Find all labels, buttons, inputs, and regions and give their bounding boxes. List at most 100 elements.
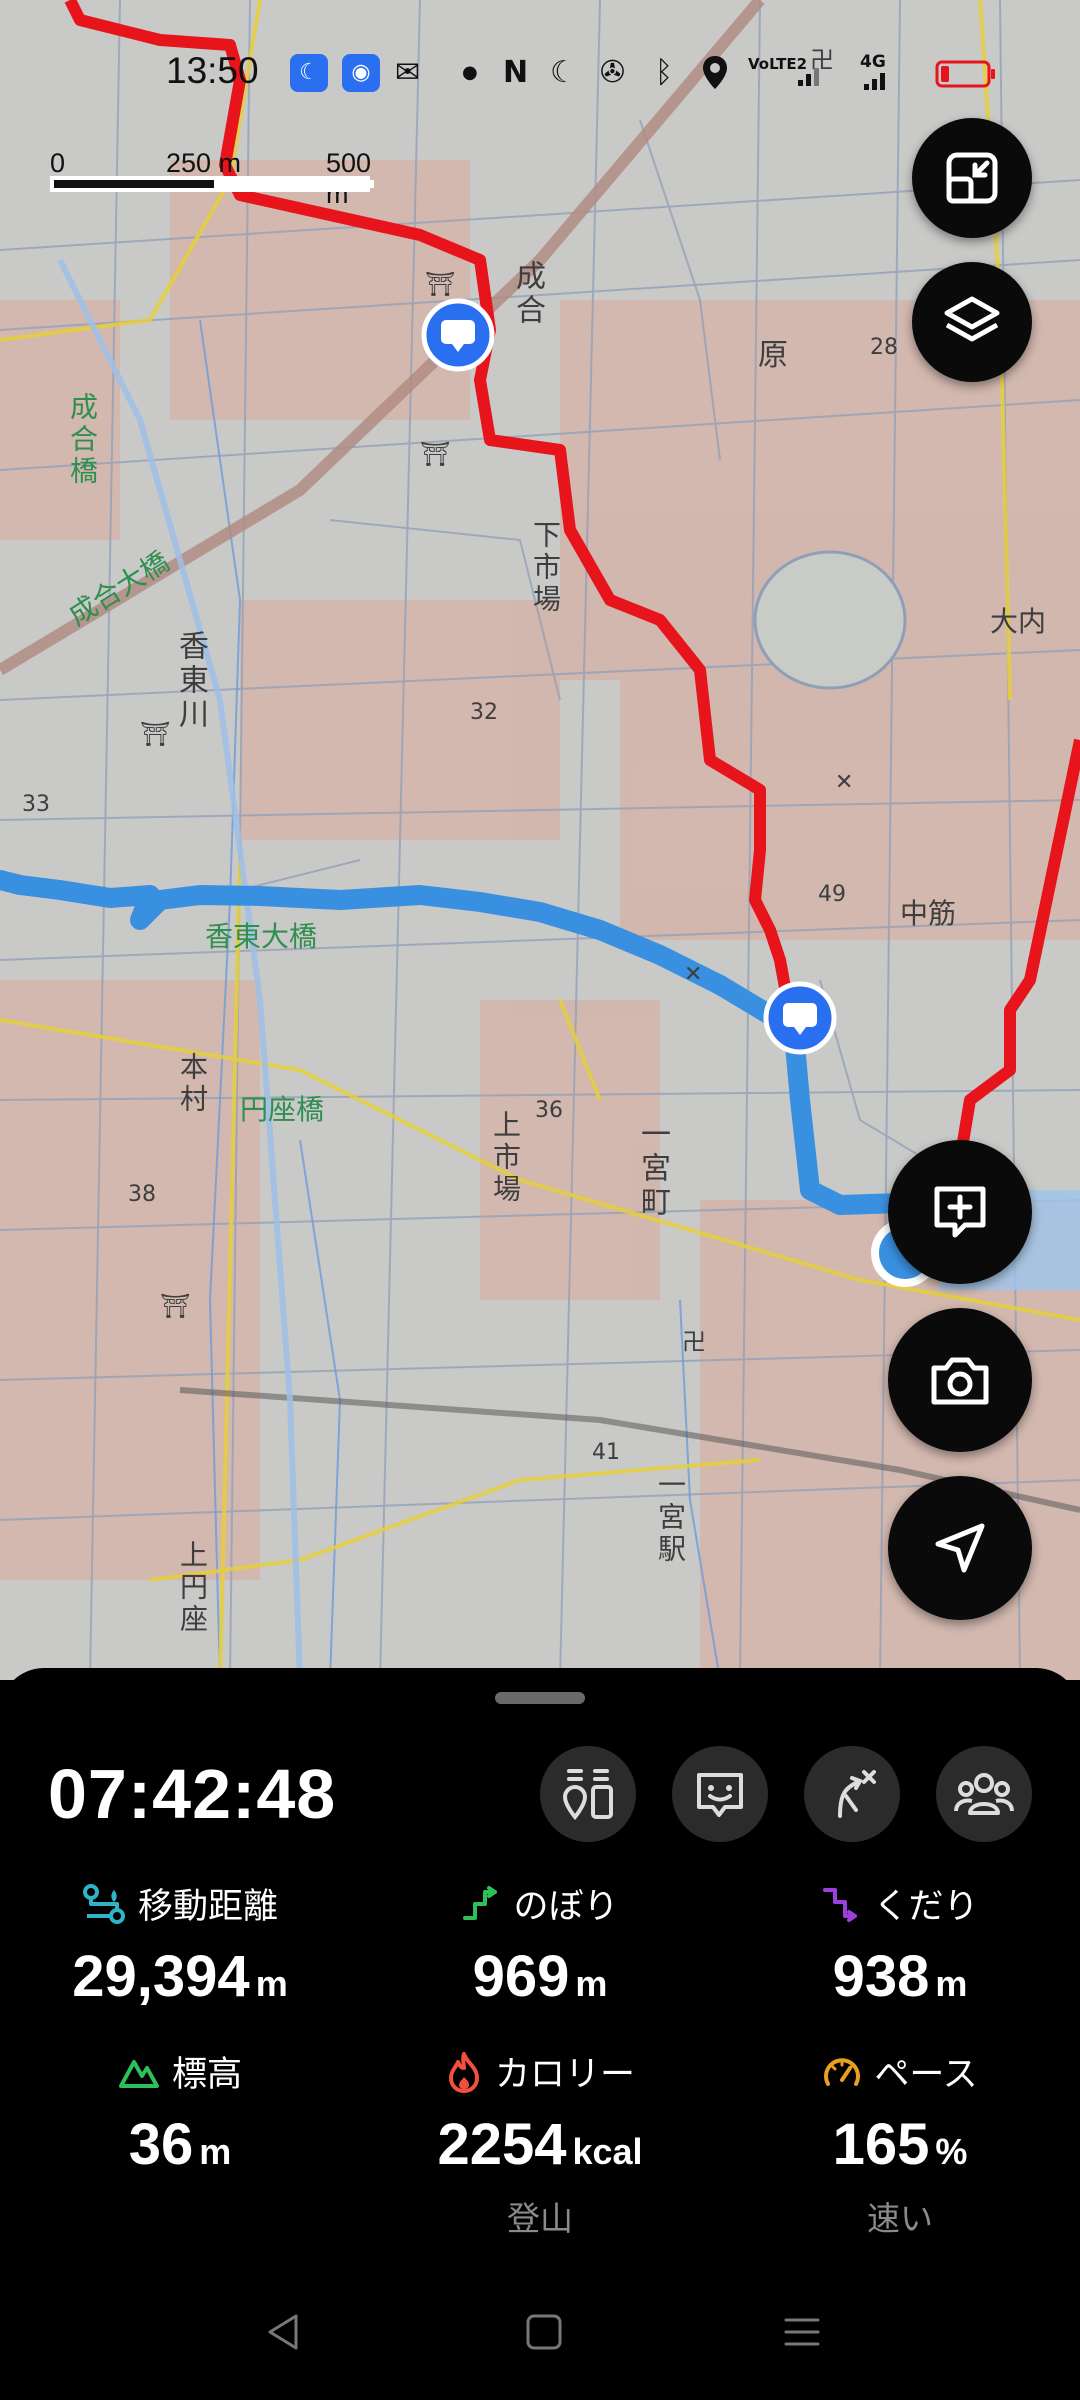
bluetooth-icon: ᛒ: [655, 55, 673, 90]
navigate-button[interactable]: [888, 1476, 1032, 1620]
route-tool-button[interactable]: [804, 1746, 900, 1842]
stat-calorie: カロリー 2254 kcal 登山: [360, 2046, 720, 2240]
map-label-32: 32: [470, 700, 498, 725]
back-triangle-icon: [268, 2314, 298, 2350]
stat-pace-value: 165: [832, 2112, 930, 2177]
stat-elevation-label: 標高: [171, 2055, 242, 2095]
stat-distance-unit: m: [255, 1963, 288, 2004]
recents-lines-icon: [784, 2318, 820, 2346]
stat-calorie-value: 2254: [437, 2112, 567, 2177]
camera-button[interactable]: [888, 1308, 1032, 1452]
map-label-38: 38: [128, 1182, 156, 1207]
nfc-icon: N: [503, 55, 529, 90]
emotion-chat-icon: [697, 1773, 743, 1817]
calorie-flame-icon: [448, 2051, 479, 2093]
checkpoint-pins-icon: [562, 1769, 613, 1821]
scale-bar: 0 250 m 500 m: [44, 148, 384, 209]
pace-gauge-icon: [824, 2057, 861, 2086]
panel-drag-handle[interactable]: [495, 1692, 585, 1704]
stat-distance-label: 移動距離: [137, 1887, 278, 1927]
mute-vibrate-icon: ✇: [600, 55, 626, 90]
map-label-ouchi: 大内: [990, 605, 1047, 638]
elevation-mountain-icon: [118, 2059, 159, 2088]
stat-pace: ペース 165% 速い: [720, 2046, 1080, 2240]
shrine-symbol: ⛩: [160, 1292, 191, 1320]
scale-label-0: 0: [50, 148, 66, 178]
layers-button[interactable]: [912, 262, 1032, 382]
stat-elevation-unit: m: [199, 2131, 232, 2172]
activity-panel: 07:42:48 移動距離 29,394 m のぼり 969 m くだり 938…: [0, 1668, 1080, 2400]
map-label-seigo-bashi: 成合橋: [66, 392, 99, 488]
dot-icon: ●: [462, 62, 478, 83]
home-square-icon: [526, 2314, 562, 2350]
distance-route-icon: [82, 1883, 125, 1924]
volte-icon: VoLTE2: [748, 55, 808, 73]
stat-climb-value: 969: [472, 1944, 570, 2009]
map-pond: [753, 550, 907, 690]
group-tool-button[interactable]: [936, 1746, 1032, 1842]
group-people-icon: [954, 1773, 1014, 1815]
map-label-kotohigashigawa: 香東川: [173, 630, 208, 732]
stat-descent-unit: m: [935, 1963, 968, 2004]
stat-pace-rating: 速い: [867, 2199, 933, 2238]
stat-distance: 移動距離 29,394 m: [0, 1878, 360, 2010]
moon-badge-icon: ☾: [290, 54, 328, 92]
4g-label: 4G: [860, 52, 886, 72]
shrine-symbol: ⛩: [425, 270, 456, 298]
note-marker[interactable]: [421, 298, 495, 372]
map-label-41: 41: [592, 1440, 620, 1465]
map-label-28: 28: [870, 335, 898, 360]
route-branch-icon: [838, 1770, 876, 1818]
map-label-49: 49: [818, 882, 846, 907]
stat-elevation-value: 36: [128, 2112, 194, 2177]
map-label-ichinomiya-cho: 一宮町: [635, 1118, 670, 1220]
stat-pace-unit: %: [935, 2131, 968, 2172]
battery-low-icon: [935, 60, 997, 92]
navigate-arrow-icon: [935, 1523, 985, 1573]
elapsed-time: 07:42:48: [48, 1755, 337, 1833]
stat-descent-label: くだり: [873, 1887, 979, 1927]
map-label-kami-ichiba: 上市場: [489, 1110, 522, 1206]
status-bar: 13:50 ☾ ◉ ✉ ● N ☾ ✇ ᛒ VoLTE2 4G: [0, 40, 1080, 104]
nav-recents-button[interactable]: [780, 2310, 824, 2358]
map-label-kami-enza: 上円座: [176, 1540, 209, 1636]
scale-bar-graphic: [50, 176, 374, 192]
descent-arrow-icon: [823, 1887, 858, 1922]
stat-calorie-label: カロリー: [494, 2055, 635, 2095]
map-label-seigo: 成合: [510, 260, 545, 328]
town-hall-symbol: ✕: [835, 770, 854, 795]
map-label-33: 33: [22, 792, 50, 817]
stat-climb-label: のぼり: [513, 1887, 619, 1927]
stat-descent: くだり 938 m: [720, 1878, 1080, 2010]
scale-label-250: 250 m: [166, 148, 242, 178]
emotion-tool-button[interactable]: [672, 1746, 768, 1842]
checkpoint-tool-button[interactable]: [540, 1746, 636, 1842]
map-label-enza-bashi: 円座橋: [240, 1093, 325, 1126]
camera-icon: [931, 1357, 989, 1405]
climb-arrow-icon: [463, 1885, 498, 1920]
map-label-ichinomiya-eki: 一宮駅: [654, 1470, 687, 1566]
map-label-shimo-ichiba: 下市場: [529, 520, 562, 616]
note-marker[interactable]: [763, 981, 837, 1055]
nav-back-button[interactable]: [262, 2310, 306, 2358]
hotspot-badge-icon: ◉: [342, 54, 380, 92]
status-time: 13:50: [166, 50, 259, 91]
map-label-hara: 原: [758, 338, 788, 373]
stat-distance-value: 29,394: [72, 1944, 250, 2009]
map-label-motomura: 本村: [176, 1052, 209, 1116]
add-note-button[interactable]: [888, 1140, 1032, 1284]
stat-descent-value: 938: [832, 1944, 930, 2009]
stat-elevation: 標高 36 m: [0, 2046, 360, 2178]
temple-symbol: 卍: [682, 1328, 706, 1356]
stat-calorie-activity: 登山: [507, 2199, 573, 2238]
nav-home-button[interactable]: [522, 2310, 566, 2358]
4g-signal-icon: [862, 70, 892, 96]
dnd-moon-icon: ☾: [550, 55, 577, 90]
shrine-symbol: ⛩: [420, 440, 451, 468]
stat-pace-label: ペース: [874, 2055, 978, 2095]
exit-fullscreen-button[interactable]: [912, 118, 1032, 238]
stat-climb-unit: m: [575, 1963, 608, 2004]
map-label-36: 36: [535, 1098, 563, 1123]
signal-icon: [796, 58, 826, 92]
map-label-nakasuji: 中筋: [900, 897, 957, 930]
